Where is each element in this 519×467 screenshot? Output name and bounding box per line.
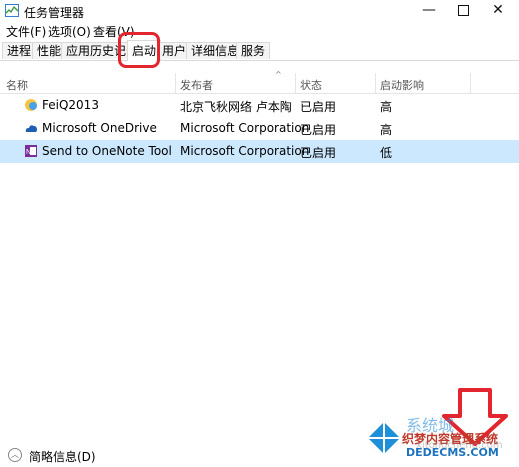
menu-file[interactable]: 文件(F): [6, 23, 46, 40]
menu-bar: 文件(F) 选项(O) 查看(V): [0, 22, 519, 39]
tab-startup[interactable]: 启动: [127, 40, 162, 61]
column-divider[interactable]: [175, 73, 176, 93]
tab-processes[interactable]: 进程: [2, 42, 37, 59]
tab-services[interactable]: 服务: [236, 42, 271, 59]
minimize-button[interactable]: —: [412, 0, 446, 22]
tab-bar: 进程 性能 应用历史记录 启动 用户 详细信息 服务: [0, 40, 519, 61]
row-name: FeiQ2013: [42, 98, 99, 112]
row-name: Send to OneNote Tool: [42, 144, 172, 158]
sort-indicator-icon: ^: [275, 70, 282, 79]
title-bar: 任务管理器 — ✕: [0, 0, 519, 22]
row-name: Microsoft OneDrive: [42, 121, 157, 135]
table-row[interactable]: Microsoft OneDrive Microsoft Corporation…: [0, 117, 519, 140]
footer: ︿ 简略信息(D): [0, 444, 519, 467]
svg-text:N: N: [26, 149, 31, 156]
row-publisher: 北京飞秋网络 卢本陶: [180, 100, 292, 114]
column-divider[interactable]: [470, 73, 471, 93]
menu-view[interactable]: 查看(V): [93, 23, 135, 40]
task-manager-icon: [5, 4, 19, 17]
window-title: 任务管理器: [24, 6, 85, 20]
menu-options[interactable]: 选项(O): [48, 23, 91, 40]
row-publisher: Microsoft Corporation: [180, 121, 310, 135]
table-row[interactable]: N Send to OneNote Tool Microsoft Corpora…: [0, 140, 519, 163]
column-header-row: ^ 名称 发布者 状态 启动影响: [0, 70, 519, 94]
column-divider[interactable]: [375, 73, 376, 93]
column-divider[interactable]: [295, 73, 296, 93]
row-status: 已启用: [300, 123, 337, 137]
onenote-icon: N: [25, 145, 37, 157]
row-status: 已启用: [300, 100, 337, 114]
chevron-up-icon[interactable]: ︿: [8, 448, 22, 462]
row-impact: 低: [380, 146, 393, 160]
table-row[interactable]: FeiQ2013 北京飞秋网络 卢本陶 已启用 高: [0, 94, 519, 117]
feiq-icon: [25, 99, 37, 111]
column-name[interactable]: 名称: [6, 77, 28, 93]
row-publisher: Microsoft Corporation: [180, 144, 310, 158]
maximize-icon: [457, 5, 469, 16]
row-impact: 高: [380, 123, 393, 137]
column-publisher[interactable]: 发布者: [180, 77, 213, 93]
fewer-details-link[interactable]: 简略信息(D): [29, 448, 96, 465]
onedrive-icon: [25, 125, 37, 132]
row-status: 已启用: [300, 146, 337, 160]
close-button[interactable]: ✕: [481, 0, 515, 22]
column-impact[interactable]: 启动影响: [380, 77, 424, 93]
row-impact: 高: [380, 100, 393, 114]
column-status[interactable]: 状态: [300, 77, 322, 93]
maximize-button[interactable]: [446, 0, 480, 22]
